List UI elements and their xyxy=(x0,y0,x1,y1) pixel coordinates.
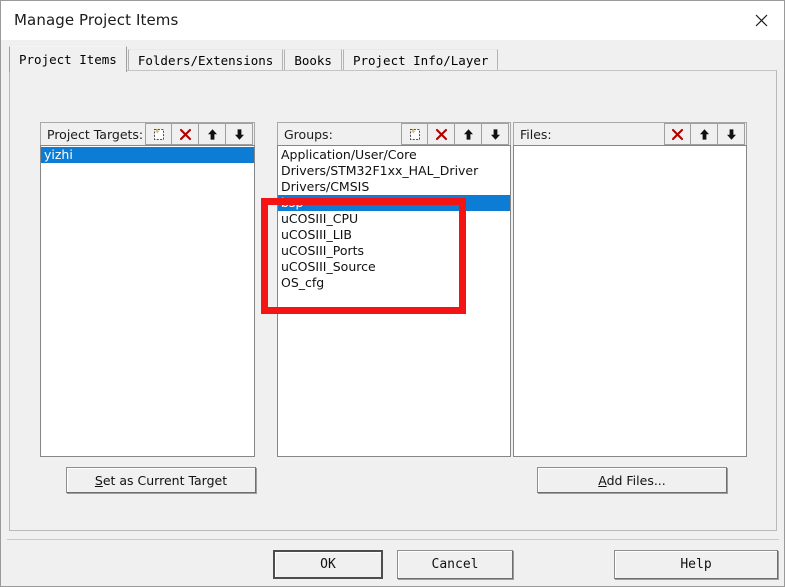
tab-page-project-items: Project Targets: yizhi Groups: Applicati… xyxy=(9,70,777,531)
files-listbox[interactable] xyxy=(513,145,747,457)
set-as-current-target-label: Set as Current Target xyxy=(95,473,227,488)
move-down-icon[interactable] xyxy=(482,123,509,145)
list-item[interactable]: Drivers/CMSIS xyxy=(278,179,510,195)
move-down-icon[interactable] xyxy=(226,123,253,145)
move-down-icon[interactable] xyxy=(718,123,745,145)
new-item-icon[interactable] xyxy=(401,123,428,145)
groups-label: Groups: xyxy=(284,126,333,142)
list-item[interactable]: OS_cfg xyxy=(278,275,510,291)
files-header: Files: xyxy=(513,122,747,146)
project-targets-label: Project Targets: xyxy=(47,126,144,142)
delete-icon[interactable] xyxy=(664,123,691,145)
project-targets-toolbar xyxy=(145,123,253,145)
move-up-icon[interactable] xyxy=(455,123,482,145)
new-item-icon[interactable] xyxy=(145,123,172,145)
window-title: Manage Project Items xyxy=(14,11,179,29)
title-bar: Manage Project Items xyxy=(1,1,784,40)
list-item[interactable]: uCOSIII_CPU xyxy=(278,211,510,227)
set-as-current-target-button[interactable]: Set as Current Target xyxy=(66,467,256,493)
project-targets-header: Project Targets: xyxy=(40,122,255,146)
label-rest: et as Current Target xyxy=(102,472,228,488)
close-icon[interactable] xyxy=(738,1,784,39)
project-targets-listbox[interactable]: yizhi xyxy=(40,145,255,457)
accel-key: A xyxy=(598,472,607,488)
move-up-icon[interactable] xyxy=(199,123,226,145)
add-files-label: Add Files... xyxy=(598,473,666,488)
tab-folders-extensions[interactable]: Folders/Extensions xyxy=(127,49,284,71)
files-toolbar xyxy=(664,123,745,145)
list-item[interactable]: Application/User/Core xyxy=(278,147,510,163)
accel-key: S xyxy=(94,472,103,488)
list-item[interactable]: uCOSIII_Source xyxy=(278,259,510,275)
ok-button[interactable]: OK xyxy=(273,550,383,579)
cancel-button[interactable]: Cancel xyxy=(397,550,513,579)
tab-strip: Project Items Folders/Extensions Books P… xyxy=(9,46,499,72)
add-files-button[interactable]: Add Files... xyxy=(537,467,727,493)
list-item[interactable]: uCOSIII_LIB xyxy=(278,227,510,243)
groups-header: Groups: xyxy=(277,122,511,146)
list-item[interactable]: uCOSIII_Ports xyxy=(278,243,510,259)
help-button[interactable]: Help xyxy=(614,550,778,579)
list-item[interactable]: Drivers/STM32F1xx_HAL_Driver xyxy=(278,163,510,179)
groups-listbox[interactable]: Application/User/Core Drivers/STM32F1xx_… xyxy=(277,145,511,457)
manage-project-items-dialog: Manage Project Items Project Items Folde… xyxy=(0,0,785,587)
label-rest: dd Files... xyxy=(606,472,666,488)
delete-icon[interactable] xyxy=(428,123,455,145)
list-item[interactable]: bsp xyxy=(278,195,510,211)
files-label: Files: xyxy=(520,126,552,142)
list-item[interactable]: yizhi xyxy=(41,147,254,163)
footer-separator xyxy=(7,539,779,540)
tab-project-info-layer[interactable]: Project Info/Layer xyxy=(342,49,499,71)
move-up-icon[interactable] xyxy=(691,123,718,145)
groups-toolbar xyxy=(401,123,509,145)
tab-books[interactable]: Books xyxy=(284,49,342,71)
delete-icon[interactable] xyxy=(172,123,199,145)
tab-project-items[interactable]: Project Items xyxy=(9,46,127,72)
